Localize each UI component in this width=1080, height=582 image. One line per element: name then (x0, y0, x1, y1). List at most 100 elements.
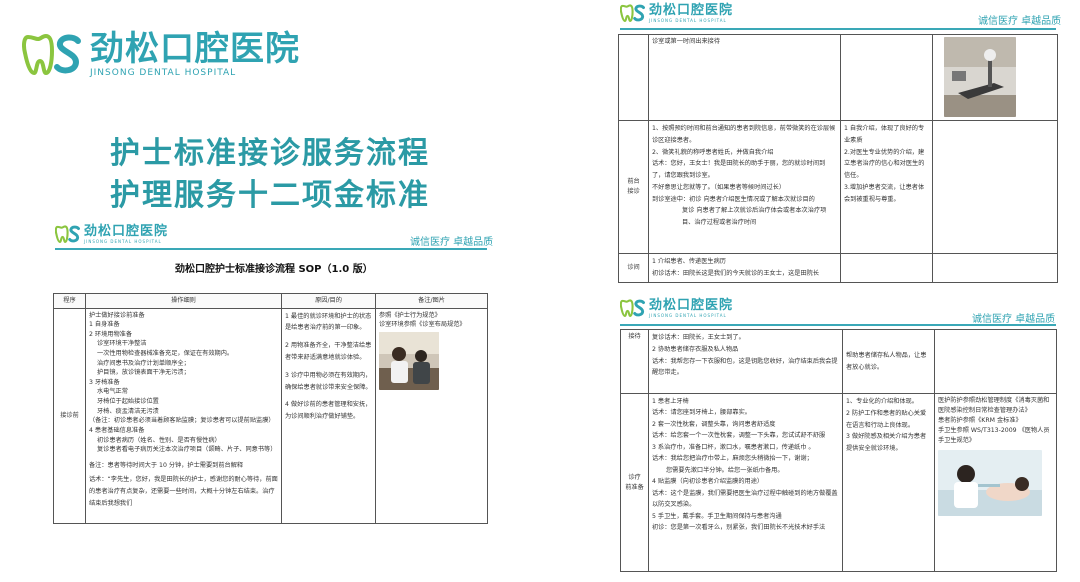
page2-logo: 劲松口腔医院 JINSONG DENTAL HOSPITAL (620, 3, 733, 23)
sop-remark: 诊室环境参照《诊室布局规范》 (379, 321, 466, 329)
cover-logo: 劲松口腔医院 JINSONG DENTAL HOSPITAL (22, 30, 300, 78)
sop-remark: 参照《护士行为规范》 (379, 311, 441, 319)
page3-reception-steps: 复诊话术：田院长，王女士到了。 2 协助患者储存衣服及私人物品 话术：我帮您存一… (648, 329, 843, 394)
page2-inroom-remarks (932, 253, 1058, 283)
page2-step: 话术：您好，王女士！我是田院长的助手于丽，您的就诊时间到了，请您跟我到诊室。 (652, 160, 826, 180)
sop-script: 话术：“李先生，您好，我是田院长的护士，感谢您的耐心等待，前面的患者治疗有点复杂… (89, 476, 278, 507)
page2-empty-cell (840, 34, 933, 121)
page2-table: 诊室或第一时间出来接待 前台 接诊 1、按照预约时间和前台通知的患者到院信息，前… (618, 34, 1058, 283)
sop-header-row: 程序 操作细则 原因/目的 备注/图片 (53, 293, 488, 309)
sop-step: 水电气正常 (97, 388, 128, 396)
page1-slogan: 诚信医疗 卓越品质 (410, 237, 494, 248)
page3-prep-step: 话术：这个是监膜，我们需要把医生治疗过程中触碰到的地方做覆盖以防交叉感染。 (652, 489, 838, 509)
page1-logo-en: JINSONG DENTAL HOSPITAL (84, 238, 162, 244)
sop-step: （备注：初诊患者必须当着顾客贴监膜；复诊患者可以提前贴监膜） (89, 417, 275, 425)
tooth-logo-icon (620, 3, 646, 23)
sop-steps-cell: 护士做好接诊前准备 1 自身准备 2 环境用物准备 诊室环境干净整洁 一次性用物… (85, 307, 282, 524)
page2-step: 2、微笑礼貌的称呼患者姓氏，并做自我介绍 (652, 148, 774, 156)
page3-prep-remark: 手卫生参照 WS/T313-2009 《医物人员手卫生规范》 (938, 426, 1050, 444)
cover-logo-en: JINSONG DENTAL HOSPITAL (90, 68, 237, 78)
page3-logo: 劲松口腔医院 JINSONG DENTAL HOSPITAL (620, 298, 733, 318)
page2-reason: 2.对医生专业优势的介绍，建立患者治疗的信心和对医生的信任。 (844, 148, 925, 180)
page3-prep-step: 2 套一次性枕套，调整头靠，询问患者舒适度 (652, 420, 776, 428)
page3-slogan: 诚信医疗 卓越品质 (972, 314, 1056, 325)
cover-title-line1: 护士标准接诊服务流程 (110, 136, 430, 171)
page2-inroom-step: 1 介绍患者、传递医生病历 (652, 258, 726, 265)
page3-prep-reason: 3 做好院感及相关介绍为患者提供安全就诊环境。 (846, 433, 927, 453)
sop-step: 诊室环境干净整洁 (97, 340, 147, 348)
sop-note: 备注：患者等待时间大于 10 分钟，护士需要到前台解释 (89, 461, 244, 469)
tooth-logo-icon (22, 31, 84, 77)
page3-prep-step: 3 系治疗巾，准备口杯，漱口水，嘱患者漱口，传递纸巾 。 (652, 443, 815, 451)
page3-prep-reasons: 1、专业化的介绍和体现。 2 防护工作和患者的贴心关爱在语言和行动上良体现。 3… (842, 393, 935, 572)
page2-step: 到诊室途中：初诊 向患者介绍医生情况或了解本次就诊目的 (652, 195, 815, 203)
page3-prep-step: 5 手卫生，戴手套。手卫生期间保持与患者沟通 (652, 512, 782, 520)
sop-reason: 3 诊疗中用物必须在有效期内，确保给患者就诊带来安全保障。 (285, 371, 372, 391)
page3-step: 话术：我帮您存一下衣服和包，这是钥匙您收好，治疗结束后我会提醒您带走。 (652, 357, 838, 377)
page2-reason: 3.增加护患者交流，让患者体会到被重视与尊重。 (844, 183, 925, 203)
sop-stage-cell: 接诊前 (53, 307, 86, 524)
page3-logo-en: JINSONG DENTAL HOSPITAL (649, 312, 727, 318)
page2-stage-reception: 前台 接诊 (618, 120, 649, 254)
page1-logo-cn: 劲松口腔医院 (84, 223, 169, 239)
treatment-photo (938, 449, 1042, 516)
sop-step: 2 环境用物准备 (89, 330, 133, 338)
nurse-photo (379, 331, 439, 390)
page3-prep-remark: 患者防护参照《KRM 金标准》 (938, 416, 1022, 424)
page3-row-prep: 诊疗 前准备 1 患者上牙椅 话术：请您座到牙椅上，腰部靠实。 2 套一次性枕套… (620, 393, 1057, 572)
page2-logo-cn: 劲松口腔医院 (649, 2, 734, 18)
sop-step: 一次性用物检查器械准备充足，保证在有效期内。 (97, 350, 234, 358)
sop-table: 程序 操作细则 原因/目的 备注/图片 接诊前 护士做好接诊前准备 1 自身准备… (53, 293, 488, 524)
page3-logo-cn: 劲松口腔医院 (649, 297, 734, 313)
page2-logo-en: JINSONG DENTAL HOSPITAL (649, 17, 727, 23)
dental-chair-photo (944, 37, 1016, 117)
page3-prep-step: 初诊：您是第一次看牙么，别紧张，我们田院长不光技术好手法 (652, 524, 826, 532)
page3-prep-reason: 1、专业化的介绍和体现。 (846, 398, 918, 405)
page2-reception-remarks (932, 120, 1058, 254)
page2-row-inroom: 诊间 1 介绍患者、传递医生病历 初诊话术：田院长这是我们的今天就诊的王女士，这… (618, 253, 1058, 283)
tooth-logo-icon (620, 298, 646, 318)
page3-prep-step: 话术：给您套一个一次性枕套，调整一下头靠，您试试舒不舒服 (652, 432, 826, 440)
page3-prep-remarks: 医护防护参照劲松管理制度《消毒灭菌和医院感染控制日常检查管理办法》 患者防护参照… (934, 393, 1057, 572)
sop-step: 牙椅位于起始接诊位置 (97, 398, 159, 406)
page2-row-top: 诊室或第一时间出来接待 (618, 34, 1058, 121)
page3-reception-remarks (934, 329, 1057, 394)
sop-step: 4 患者基础信息准备 (89, 426, 145, 434)
page2-step: 1、按照预约时间和前台通知的患者到院信息，前带微笑的在诊层候诊区迎接患者。 (652, 125, 836, 144)
page3-stage-prep: 诊疗 前准备 (620, 393, 649, 572)
page3-step: 复诊话术：田院长，王女士到了。 (652, 334, 745, 341)
page2-stage-empty (618, 34, 649, 121)
tooth-logo-icon (55, 224, 81, 244)
page2-top-text-cell: 诊室或第一时间出来接待 (648, 34, 841, 121)
page2-stage-inroom: 诊间 (618, 253, 649, 283)
page2-step: 复诊 向患者了解上次就诊后治疗体会或者本次治疗项目、治疗过程或者治疗时间 (682, 207, 827, 227)
sop-header-cell: 备注/图片 (375, 293, 488, 309)
page3-step: 2 协助患者储存衣服及私人物品 (652, 345, 739, 353)
page3-row-reception: 接待 复诊话术：田院长，王女士到了。 2 协助患者储存衣服及私人物品 话术：我帮… (620, 329, 1057, 394)
sop-step: 护士做好接诊前准备 (89, 311, 145, 319)
page3-prep-remark: 医护防护参照劲松管理制度《消毒灭菌和医院感染控制日常检查管理办法》 (938, 397, 1050, 414)
sop-step: 治疗间患书及治疗计划单顺序全； (97, 359, 190, 367)
page3-prep-step: 话术：请您座到牙椅上，腰部靠实。 (652, 409, 751, 417)
page3-prep-steps: 1 患者上牙椅 话术：请您座到牙椅上，腰部靠实。 2 套一次性枕套，调整头靠，询… (648, 393, 843, 572)
page2-photo-cell (932, 34, 1058, 121)
page3-reception-reason: 帮助患者储存私人物品，让患者放心就诊。 (842, 329, 935, 394)
page3-stage-reception: 接待 (620, 329, 649, 394)
sop-header-cell: 操作细则 (85, 293, 282, 309)
sop-header-cell: 程序 (53, 293, 86, 309)
sop-reasons-cell: 1 最佳的就诊环境和护士的状态是给患者治疗前的第一印象。 2 用物准备齐全，干净… (281, 307, 376, 524)
page3-table: 接待 复诊话术：田院长，王女士到了。 2 协助患者储存衣服及私人物品 话术：我帮… (620, 329, 1057, 572)
cover-title-line2: 护理服务十二项金标准 (110, 178, 430, 213)
page2-reason: 1 自我介绍，体现了良好的专业素质 (844, 125, 925, 144)
page2-row-reception: 前台 接诊 1、按照预约时间和前台通知的患者到院信息，前带微笑的在诊层候诊区迎接… (618, 120, 1058, 254)
cover-logo-cn: 劲松口腔医院 (90, 29, 300, 69)
page3-prep-step: 1 患者上牙椅 (652, 398, 689, 405)
page2-reception-reasons: 1 自我介绍，体现了良好的专业素质 2.对医生专业优势的介绍，建立患者治疗的信心… (840, 120, 933, 254)
page3-header-rule (620, 324, 1056, 326)
sop-step: 护目镜，放诊镜表面干净无污渍； (97, 369, 190, 377)
page2-inroom-reasons (840, 253, 933, 283)
page2-inroom-steps: 1 介绍患者、传递医生病历 初诊话术：田院长这是我们的今天就诊的王女士，这是田院… (648, 253, 841, 283)
sop-title: 劲松口腔护士标准接诊流程 SOP（1.0 版） (175, 264, 373, 275)
sop-step: 1 自身准备 (89, 321, 120, 329)
sop-row-previsit: 接诊前 护士做好接诊前准备 1 自身准备 2 环境用物准备 诊室环境干净整洁 一… (53, 307, 488, 524)
